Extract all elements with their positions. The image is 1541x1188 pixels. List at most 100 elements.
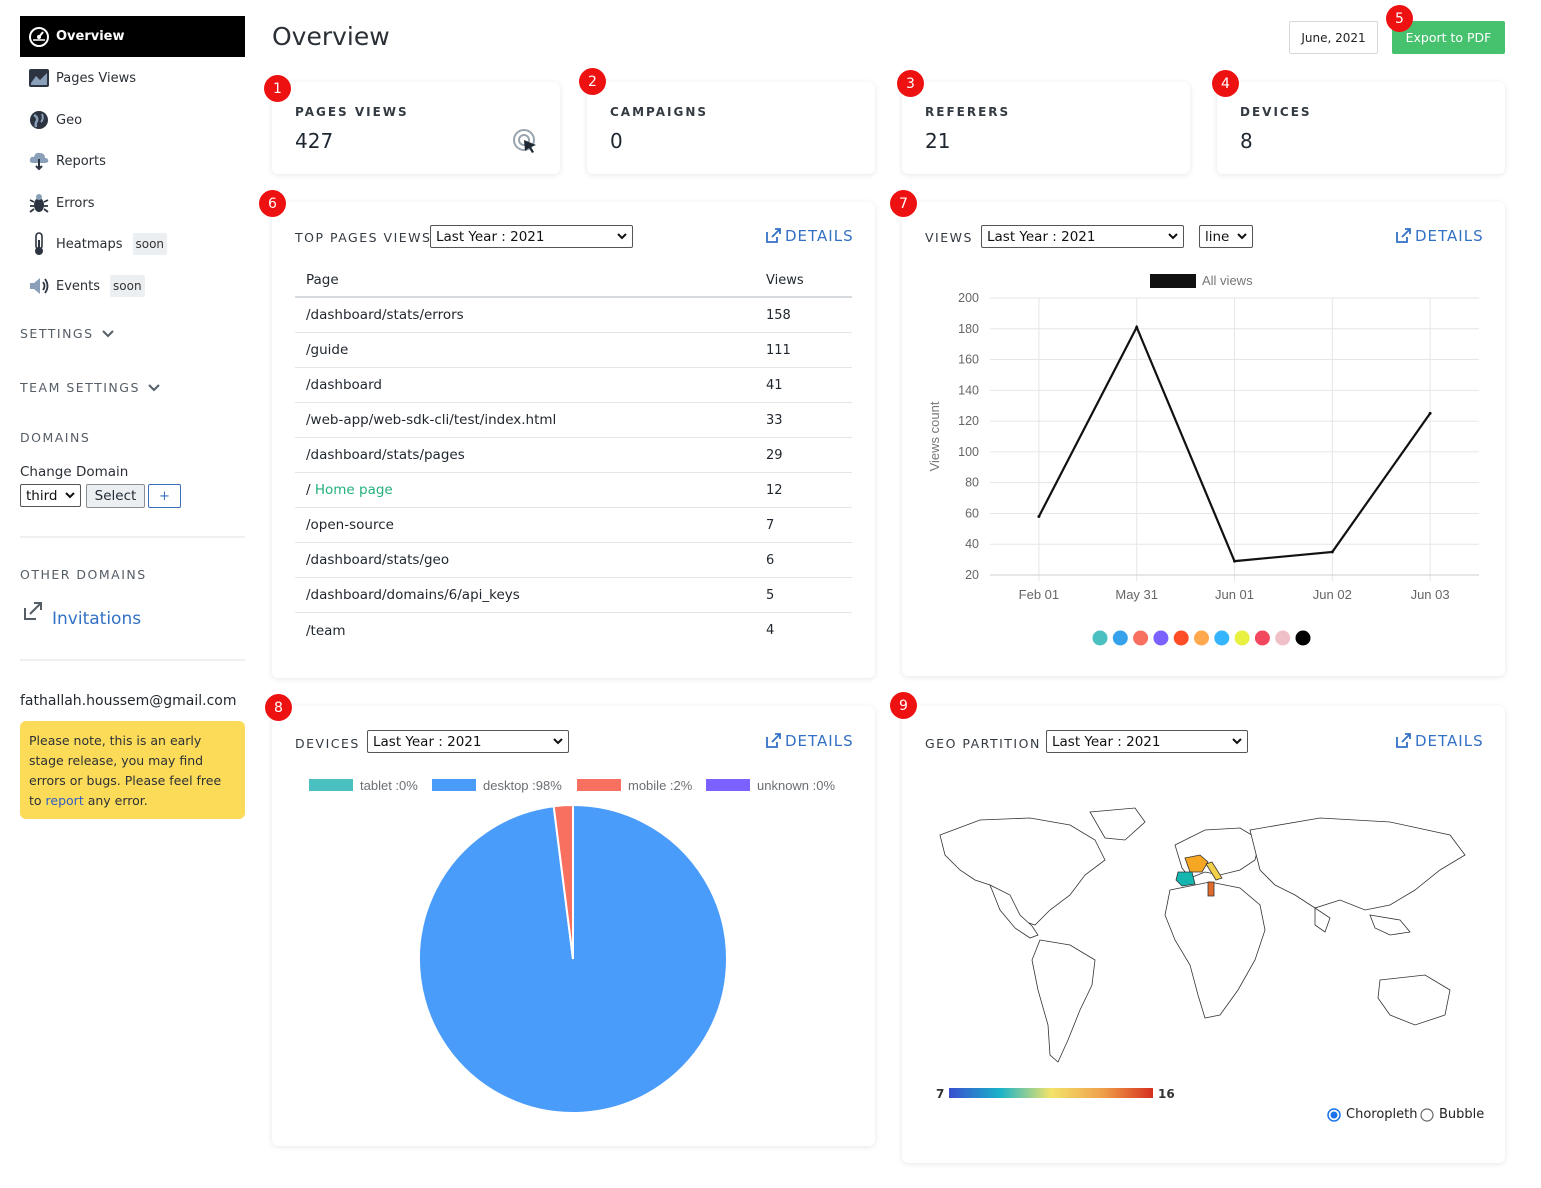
table-row[interactable]: /web-app/web-sdk-cli/test/index.html 33 (295, 403, 852, 438)
palette-color-dot[interactable] (1275, 630, 1291, 646)
top-pages-details-link[interactable]: DETAILS (764, 227, 854, 245)
devices-details-link[interactable]: DETAILS (764, 732, 854, 750)
views-cell: 41 (766, 377, 783, 393)
sidebar-divider (20, 659, 245, 661)
nav-heatmaps[interactable]: Heatmaps soon (20, 229, 245, 259)
geo-details-link[interactable]: DETAILS (1394, 732, 1484, 750)
palette-color-dot[interactable] (1254, 630, 1270, 646)
legend-swatch (309, 779, 353, 791)
team-settings-toggle[interactable]: TEAM SETTINGS (20, 380, 160, 395)
country-tunisia[interactable] (1207, 881, 1215, 897)
table-row[interactable]: /dashboard/stats/pages 29 (295, 438, 852, 473)
annotation-badge: 1 (264, 75, 291, 102)
legend-label: tablet :0% (360, 778, 418, 793)
nav-pages-views[interactable]: Pages Views (20, 63, 245, 93)
nav-errors[interactable]: Errors (20, 188, 245, 218)
palette-color-dot[interactable] (1153, 630, 1169, 646)
domain-select[interactable]: third (20, 484, 81, 507)
chevron-down-icon (148, 383, 160, 391)
table-row[interactable]: / Home page 12 (295, 473, 852, 508)
page-path: / (306, 482, 315, 498)
table-row[interactable]: /dashboard 41 (295, 368, 852, 403)
chart-type-select[interactable]: line (1199, 225, 1253, 248)
nav-label: Geo (56, 112, 83, 128)
add-domain-button[interactable]: + (148, 484, 181, 508)
palette-color-dot[interactable] (1194, 630, 1209, 646)
stat-label: PAGES VIEWS (295, 105, 409, 119)
home-page-link[interactable]: Home page (315, 482, 393, 498)
sidebar-divider (20, 536, 245, 538)
views-cell: 5 (766, 587, 775, 603)
palette-color-dot[interactable] (1133, 630, 1149, 646)
month-picker[interactable]: June, 2021 (1289, 21, 1378, 54)
change-domain-label: Change Domain (20, 464, 129, 480)
legend-swatch (577, 779, 621, 791)
stat-value: 0 (610, 129, 623, 153)
palette-color-dot[interactable] (1092, 630, 1108, 646)
pie-legend-item[interactable]: desktop :98% (432, 778, 562, 793)
settings-toggle[interactable]: SETTINGS (20, 326, 114, 341)
annotation-badge: 9 (890, 692, 917, 719)
pie-legend-item[interactable]: mobile :2% (577, 778, 693, 793)
palette-color-dot[interactable] (1112, 630, 1128, 646)
palette-color-dot[interactable] (1173, 630, 1189, 646)
soon-badge: soon (110, 275, 145, 297)
table-row[interactable]: /guide 111 (295, 333, 852, 368)
chevron-down-icon (1168, 233, 1178, 240)
views-cell: 29 (766, 447, 783, 463)
views-title: VIEWS (925, 230, 973, 245)
nav-label: Pages Views (56, 70, 136, 86)
legend-swatch (1150, 274, 1196, 288)
data-point[interactable] (1233, 559, 1236, 563)
palette-color-dot[interactable] (1295, 630, 1311, 646)
table-row[interactable]: /open-source 7 (295, 508, 852, 543)
y-tick-label: 60 (965, 506, 979, 520)
nav-overview[interactable]: Overview (20, 16, 245, 57)
scale-min: 7 (936, 1087, 945, 1101)
chart-legend[interactable]: All views (1150, 273, 1253, 288)
table-row[interactable]: /dashboard/domains/6/api_keys 5 (295, 578, 852, 613)
table-row[interactable]: /dashboard/stats/errors 158 (295, 298, 852, 333)
nav-events[interactable]: Events soon (20, 271, 245, 301)
nav-geo[interactable]: Geo (20, 105, 245, 135)
views-cell: 4 (766, 623, 775, 638)
geo-period-select[interactable]: Last Year : 2021 (1046, 730, 1248, 753)
country-spain[interactable] (1175, 871, 1196, 887)
views-details-link[interactable]: DETAILS (1394, 227, 1484, 245)
palette-color-dot[interactable] (1234, 630, 1250, 646)
legend-label: mobile :2% (628, 778, 693, 793)
legend-label: unknown :0% (757, 778, 835, 793)
select-domain-button[interactable]: Select (86, 484, 145, 508)
report-link[interactable]: report (46, 793, 84, 808)
table-row[interactable]: /dashboard/stats/geo 6 (295, 543, 852, 578)
data-point[interactable] (1428, 411, 1432, 415)
devices-period-select[interactable]: Last Year : 2021 (367, 730, 569, 753)
data-point[interactable] (1135, 325, 1139, 329)
page-cell: /dashboard (306, 377, 382, 393)
nav-reports[interactable]: Reports (20, 146, 245, 176)
views-cell: 12 (766, 482, 783, 498)
bubble-label: Bubble (1439, 1107, 1485, 1122)
world-map[interactable] (920, 800, 1490, 1080)
user-email: fathallah.houssem@gmail.com (20, 693, 237, 709)
palette-color-dot[interactable] (1214, 630, 1230, 646)
choropleth-option[interactable]: Choropleth (1327, 1107, 1417, 1122)
chevron-down-icon (101, 329, 114, 337)
y-tick-label: 120 (958, 414, 979, 428)
top-pages-period-select[interactable]: Last Year : 2021 (430, 225, 633, 248)
y-tick-label: 180 (958, 322, 979, 336)
nav-label: Errors (56, 195, 95, 211)
views-period-select[interactable]: Last Year : 2021 (981, 225, 1184, 248)
data-point[interactable] (1037, 515, 1041, 519)
pie-legend-item[interactable]: tablet :0% (309, 778, 418, 793)
bubble-option[interactable]: Bubble (1420, 1107, 1484, 1122)
data-point[interactable] (1330, 550, 1334, 554)
soon-badge: soon (132, 233, 168, 255)
details-label: DETAILS (785, 227, 854, 245)
table-row[interactable]: /team 4 (295, 613, 852, 648)
pie-legend-item[interactable]: unknown :0% (706, 778, 835, 793)
period-value: Last Year : 2021 (373, 733, 482, 750)
other-domains-label: OTHER DOMAINS (20, 567, 147, 582)
page-cell: /dashboard/stats/geo (306, 552, 450, 568)
invitations-link[interactable]: Invitations (22, 600, 141, 629)
